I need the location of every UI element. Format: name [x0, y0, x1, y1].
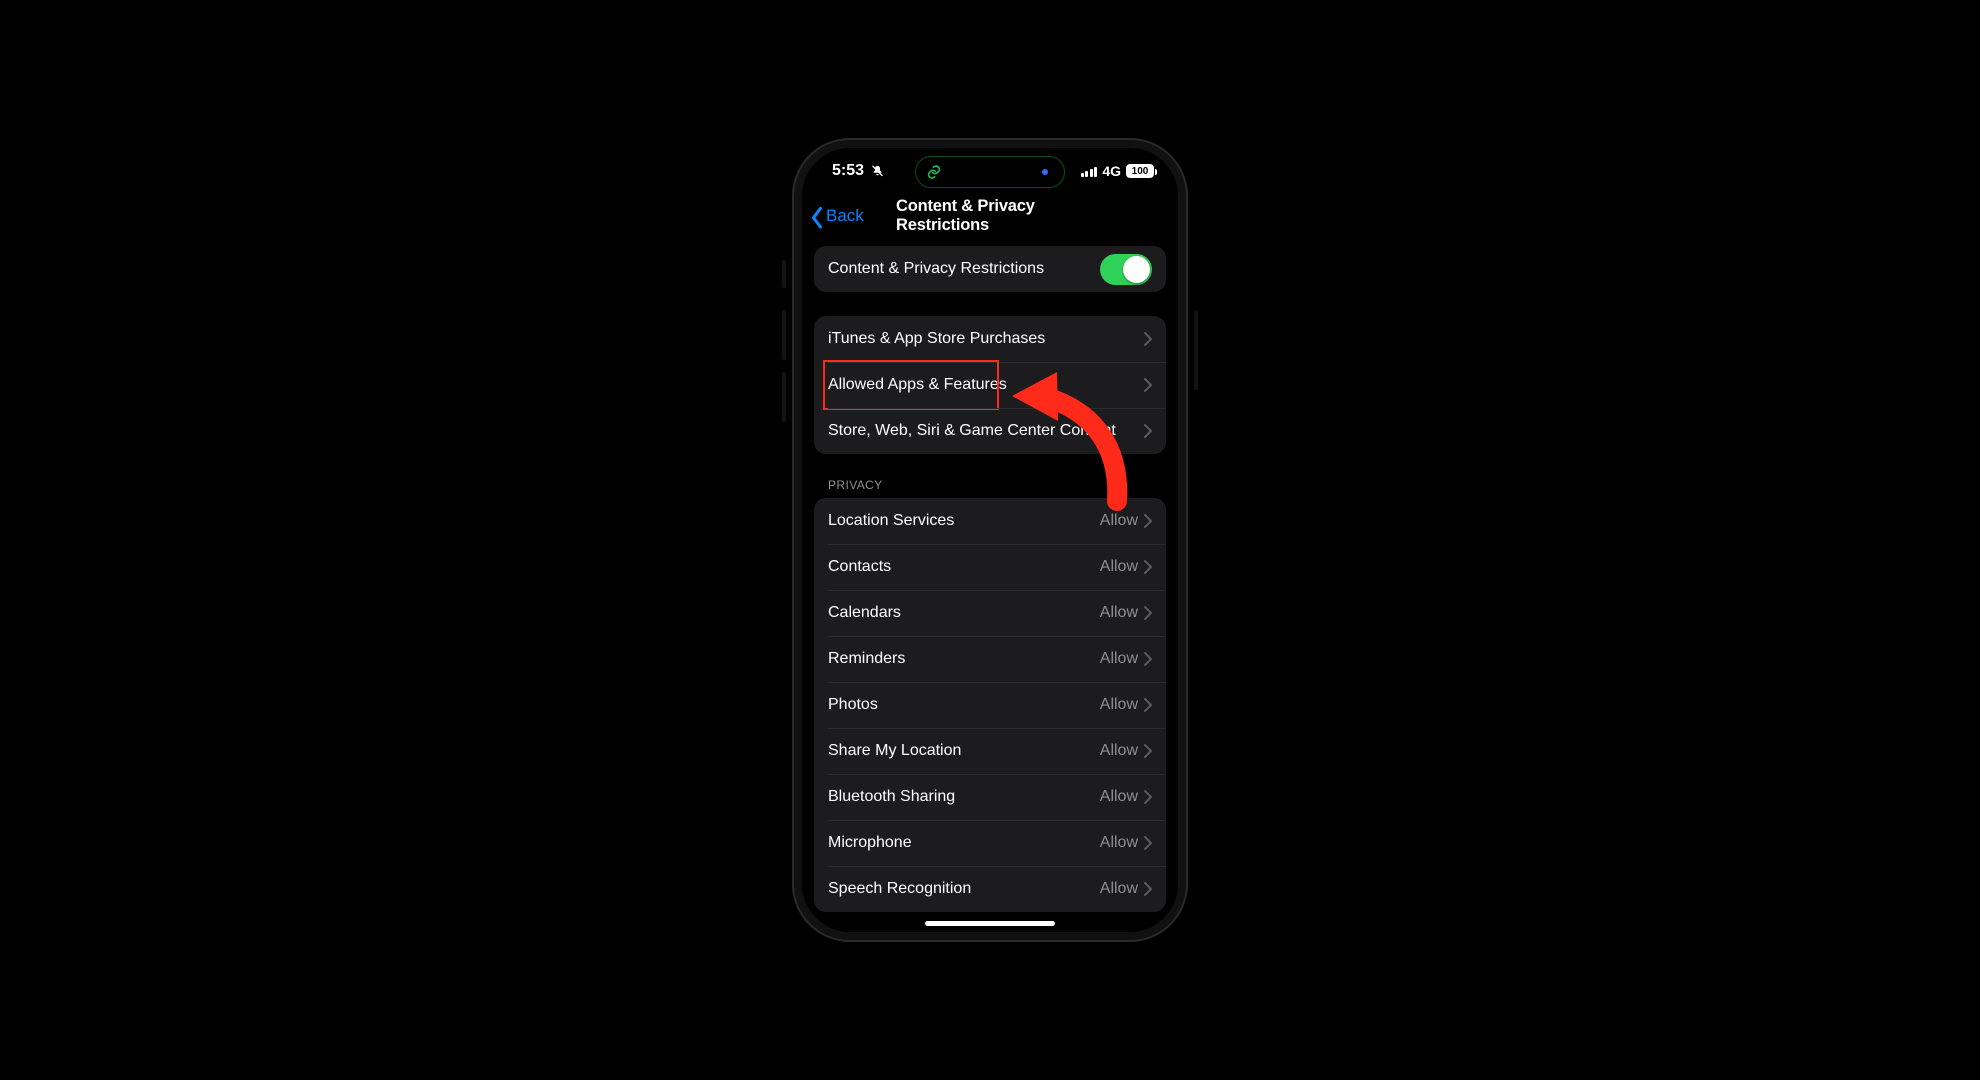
chevron-right-icon — [1144, 836, 1152, 850]
row-value: Allow — [1100, 742, 1138, 760]
cellular-signal-icon — [1081, 165, 1098, 177]
row-value: Allow — [1100, 834, 1138, 852]
row-allowed-apps-features[interactable]: Allowed Apps & Features — [814, 362, 1166, 408]
row-calendars[interactable]: Calendars Allow — [814, 590, 1166, 636]
recording-indicator-icon — [1042, 169, 1048, 175]
row-label: Photos — [828, 696, 1100, 714]
dynamic-island — [915, 156, 1065, 188]
chevron-right-icon — [1144, 744, 1152, 758]
chevron-right-icon — [1144, 332, 1152, 346]
row-label: Allowed Apps & Features — [828, 376, 1144, 394]
network-type: 4G — [1102, 163, 1121, 179]
iphone-frame: 5:53 4G 100 — [794, 140, 1186, 940]
toggle-knob — [1123, 256, 1150, 283]
row-label: Location Services — [828, 512, 1100, 530]
chevron-right-icon — [1144, 652, 1152, 666]
chevron-right-icon — [1144, 378, 1152, 392]
row-value: Allow — [1100, 880, 1138, 898]
content-privacy-toggle-row[interactable]: Content & Privacy Restrictions — [814, 246, 1166, 292]
row-label: Bluetooth Sharing — [828, 788, 1100, 806]
toggle-switch[interactable] — [1100, 254, 1152, 285]
screen: 5:53 4G 100 — [802, 148, 1178, 932]
restrictions-group: iTunes & App Store Purchases Allowed App… — [814, 316, 1166, 454]
row-label: iTunes & App Store Purchases — [828, 330, 1144, 348]
privacy-group: Location Services Allow Contacts Allow C… — [814, 498, 1166, 912]
row-value: Allow — [1100, 604, 1138, 622]
row-share-my-location[interactable]: Share My Location Allow — [814, 728, 1166, 774]
row-label: Calendars — [828, 604, 1100, 622]
row-label: Speech Recognition — [828, 880, 1100, 898]
row-speech-recognition[interactable]: Speech Recognition Allow — [814, 866, 1166, 912]
row-label: Store, Web, Siri & Game Center Content — [828, 422, 1144, 440]
row-value: Allow — [1100, 558, 1138, 576]
row-photos[interactable]: Photos Allow — [814, 682, 1166, 728]
master-toggle-group: Content & Privacy Restrictions — [814, 246, 1166, 292]
row-label: Contacts — [828, 558, 1100, 576]
page-title: Content & Privacy Restrictions — [896, 197, 1084, 235]
row-label: Reminders — [828, 650, 1100, 668]
row-label: Microphone — [828, 834, 1100, 852]
row-reminders[interactable]: Reminders Allow — [814, 636, 1166, 682]
status-bar: 5:53 4G 100 — [802, 148, 1178, 194]
chevron-right-icon — [1144, 790, 1152, 804]
battery-icon: 100 — [1126, 164, 1154, 178]
row-value: Allow — [1100, 650, 1138, 668]
status-time: 5:53 — [832, 162, 864, 180]
chevron-right-icon — [1144, 606, 1152, 620]
chevron-right-icon — [1144, 424, 1152, 438]
link-chain-icon — [926, 164, 942, 180]
row-bluetooth-sharing[interactable]: Bluetooth Sharing Allow — [814, 774, 1166, 820]
row-value: Allow — [1100, 512, 1138, 530]
back-button[interactable]: Back — [810, 206, 864, 226]
row-value: Allow — [1100, 788, 1138, 806]
silent-mode-icon — [870, 164, 885, 179]
chevron-right-icon — [1144, 698, 1152, 712]
battery-percentage: 100 — [1132, 166, 1149, 177]
row-label: Share My Location — [828, 742, 1100, 760]
navigation-bar: Back Content & Privacy Restrictions — [802, 194, 1178, 238]
chevron-right-icon — [1144, 882, 1152, 896]
home-indicator[interactable] — [925, 921, 1055, 926]
row-store-web-siri-content[interactable]: Store, Web, Siri & Game Center Content — [814, 408, 1166, 454]
settings-content: Content & Privacy Restrictions iTunes & … — [802, 238, 1178, 932]
row-label: Content & Privacy Restrictions — [828, 260, 1100, 278]
row-location-services[interactable]: Location Services Allow — [814, 498, 1166, 544]
row-contacts[interactable]: Contacts Allow — [814, 544, 1166, 590]
chevron-left-icon — [810, 206, 824, 226]
row-itunes-purchases[interactable]: iTunes & App Store Purchases — [814, 316, 1166, 362]
row-value: Allow — [1100, 696, 1138, 714]
back-label: Back — [826, 206, 864, 226]
chevron-right-icon — [1144, 514, 1152, 528]
section-header-privacy: PRIVACY — [814, 478, 1166, 498]
chevron-right-icon — [1144, 560, 1152, 574]
row-microphone[interactable]: Microphone Allow — [814, 820, 1166, 866]
